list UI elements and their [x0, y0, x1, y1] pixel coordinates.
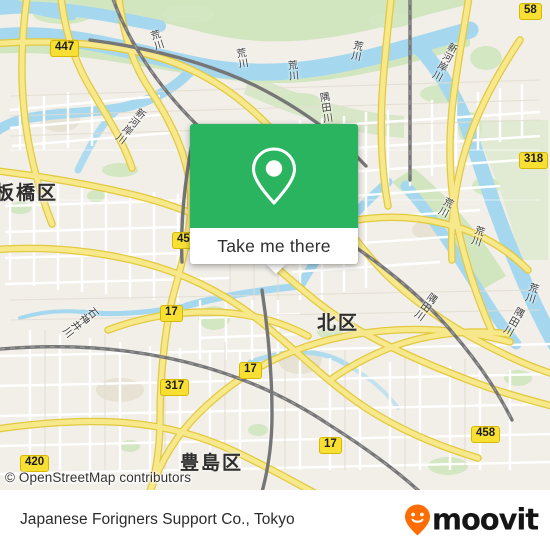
popup-button-label: Take me there [217, 235, 331, 256]
moovit-wordmark: moovit [431, 502, 539, 537]
place-label: 板橋区 [0, 182, 59, 204]
take-me-there-popup[interactable]: Take me there [190, 124, 358, 264]
map-attribution: © OpenStreetMap contributors [5, 470, 192, 485]
map-pin-icon [251, 147, 297, 205]
moovit-logo[interactable]: moovit [404, 502, 539, 537]
road-shield: 318 [519, 152, 549, 169]
road-shield: 458 [471, 426, 501, 443]
moovit-smiley-pin-icon [404, 504, 430, 536]
popup-icon-area [190, 124, 358, 228]
footer-bar: Japanese Forigners Support Co., Tokyo mo… [0, 490, 550, 550]
river-label: 荒川 [284, 59, 299, 82]
place-title: Japanese Forigners Support Co., Tokyo [20, 511, 295, 528]
road-shield: 447 [50, 40, 80, 57]
road-shield: 17 [239, 362, 262, 379]
popup-pointer [265, 263, 287, 274]
map-screenshot: 447 58 318 455 17 17 317 17 458 420 板橋区 … [0, 0, 550, 550]
road-shield: 317 [160, 379, 190, 396]
road-shield: 17 [160, 305, 183, 322]
road-shield: 17 [319, 437, 342, 454]
popup-button[interactable]: Take me there [190, 228, 358, 264]
road-shield: 58 [519, 3, 542, 20]
place-label: 北区 [317, 312, 360, 334]
